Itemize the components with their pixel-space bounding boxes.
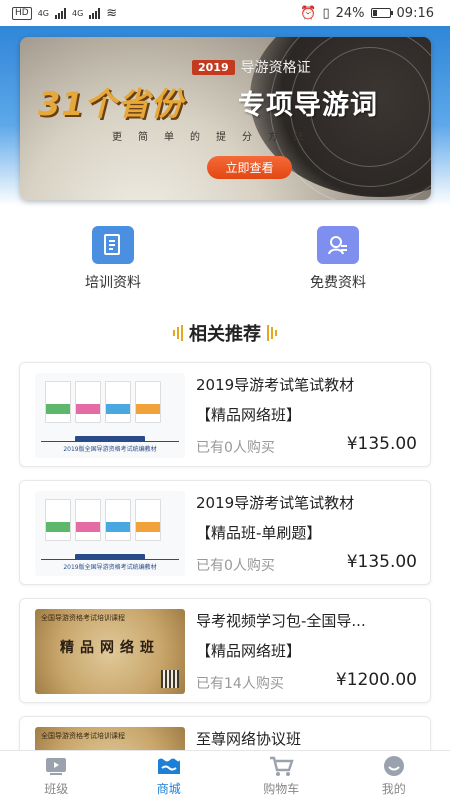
product-subtitle: 【精品网络班】 [196, 406, 302, 424]
book-cover [45, 499, 71, 541]
tab-cart[interactable]: 购物车 [225, 751, 338, 800]
product-title: 2019导游考试笔试教材 [196, 376, 355, 394]
product-sold-count: 已有0人购买 [196, 558, 275, 574]
heading-decoration-right [267, 325, 277, 341]
banner-tag-text: 导游资格证 [240, 60, 311, 76]
book-cover [105, 381, 131, 423]
entry-free-materials[interactable]: 免费资料 [283, 226, 393, 292]
status-left: HD 4G 4G ≋ [12, 6, 117, 21]
battery-icon [370, 8, 393, 18]
thumbnail-caption: 2019版全国导游资格考试统编教材 [41, 441, 179, 453]
thumbnail-header: 全国导游资格考试培训课程 [41, 732, 125, 740]
vibrate-icon: ▯ [322, 5, 330, 21]
tab-store[interactable]: 商城 [113, 751, 226, 800]
book-cover [135, 499, 161, 541]
book-cover [75, 381, 101, 423]
book-cover [45, 381, 71, 423]
play-screen-icon [43, 755, 69, 777]
promo-banner[interactable]: 2019 导游资格证 31个省份 专项导游词 更简单的提分方法 立即查看 [20, 37, 431, 200]
entry-label: 免费资料 [310, 275, 366, 291]
cart-icon [268, 755, 294, 777]
battery-percent: 24% [335, 5, 365, 21]
signal-icon [55, 7, 66, 19]
entry-training-materials[interactable]: 培训资料 [58, 226, 168, 292]
product-sold-count: 已有14人购买 [196, 676, 284, 692]
banner-title-left: 31个省份 [38, 85, 184, 123]
heading-decoration-left [173, 325, 183, 341]
wifi-icon: ≋ [106, 5, 118, 21]
smiley-profile-icon [381, 755, 407, 777]
signal-label-1: 4G [37, 8, 49, 18]
product-thumbnail: 2019版全国导游资格考试统编教材 [35, 491, 185, 576]
thumbnail-header: 全国导游资格考试培训课程 [41, 614, 125, 622]
status-bar: HD 4G 4G ≋ ⏰ ▯ 24% 09:16 [0, 0, 450, 26]
product-title: 导考视频学习包-全国导... [196, 612, 366, 630]
qr-code-icon [161, 670, 179, 688]
user-search-icon [317, 226, 359, 264]
book-cover [105, 499, 131, 541]
store-icon [156, 755, 182, 777]
book-cover [75, 499, 101, 541]
entry-label: 培训资料 [85, 275, 141, 291]
tab-profile[interactable]: 我的 [338, 751, 450, 800]
product-price: ¥1200.00 [335, 670, 417, 690]
banner-slogan: 更简单的提分方法 [112, 132, 320, 143]
banner-year: 2019 [192, 59, 235, 75]
product-sold-count: 已有0人购买 [196, 440, 275, 456]
banner-tag: 2019 导游资格证 [192, 57, 311, 77]
clock: 09:16 [396, 5, 434, 21]
product-price: ¥135.00 [346, 434, 417, 454]
thumbnail-title: 精品网络班 [60, 640, 160, 656]
product-thumbnail: 2019版全国导游资格考试统编教材 [35, 373, 185, 458]
tab-label: 购物车 [263, 781, 300, 796]
section-heading: 相关推荐 [0, 320, 450, 346]
hd-badge: HD [12, 6, 32, 20]
product-subtitle: 【精品班-单刷题】 [196, 524, 322, 542]
document-icon [92, 226, 134, 264]
product-title: 至尊网络协议班 [196, 730, 302, 748]
book-cover [135, 381, 161, 423]
tab-label: 班级 [44, 781, 69, 796]
tab-class[interactable]: 班级 [0, 751, 113, 800]
product-card[interactable]: 全国导游资格考试培训课程 精品网络班 导考视频学习包-全国导... 【精品网络班… [19, 598, 431, 703]
tab-label: 我的 [381, 781, 406, 796]
product-title: 2019导游考试笔试教材 [196, 494, 355, 512]
product-price: ¥135.00 [346, 552, 417, 572]
tab-label: 商城 [156, 781, 181, 796]
section-title: 相关推荐 [189, 324, 261, 345]
banner-title-right: 专项导游词 [238, 90, 378, 121]
product-thumbnail: 全国导游资格考试培训课程 精品网络班 [35, 609, 185, 694]
status-right: ⏰ ▯ 24% 09:16 [300, 6, 434, 21]
signal-icon-2 [89, 7, 101, 19]
signal-label-2: 4G [72, 8, 84, 18]
alarm-icon: ⏰ [300, 5, 317, 21]
product-card[interactable]: 2019版全国导游资格考试统编教材 2019导游考试笔试教材 【精品网络班】 已… [19, 362, 431, 467]
thumbnail-caption: 2019版全国导游资格考试统编教材 [41, 559, 179, 571]
bottom-tab-bar: 班级 商城 购物车 我的 [0, 750, 450, 800]
view-now-button[interactable]: 立即查看 [207, 156, 292, 179]
product-subtitle: 【精品网络班】 [196, 642, 302, 660]
product-card[interactable]: 2019版全国导游资格考试统编教材 2019导游考试笔试教材 【精品班-单刷题】… [19, 480, 431, 585]
